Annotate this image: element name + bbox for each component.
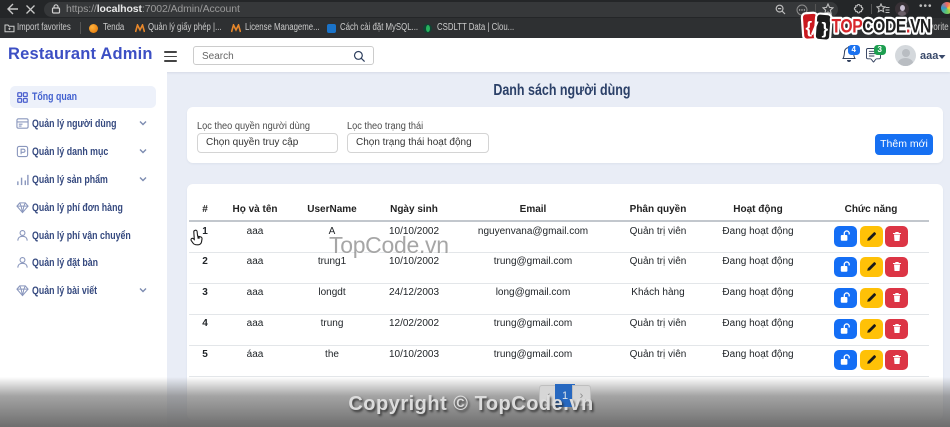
svg-text:TOPCODE.VN: TOPCODE.VN (832, 15, 931, 37)
svg-text:}: } (822, 19, 829, 38)
